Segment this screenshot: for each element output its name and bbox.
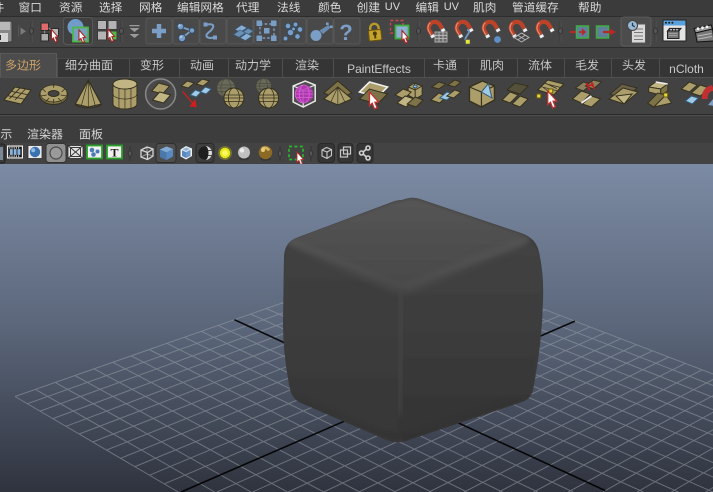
svg-text:?: ? bbox=[339, 20, 352, 45]
svg-text:T: T bbox=[110, 146, 118, 160]
